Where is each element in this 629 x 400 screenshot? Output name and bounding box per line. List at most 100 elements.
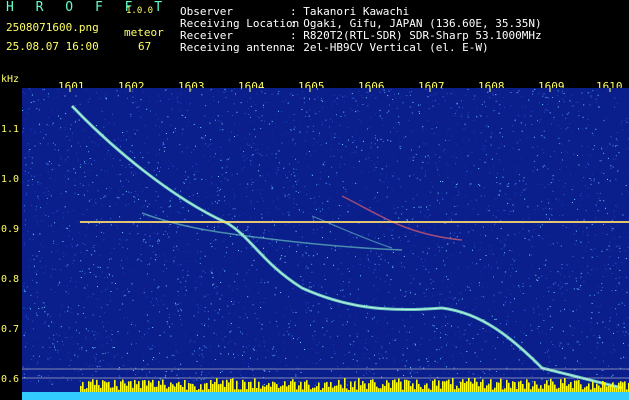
noise-speck [430, 282, 432, 284]
noise-speck [582, 230, 584, 232]
noise-speck [463, 355, 465, 357]
noise-speck [118, 189, 120, 191]
noise-speck [154, 229, 156, 231]
noise-speck [399, 123, 401, 125]
noise-speck [508, 214, 510, 216]
noise-speck [313, 338, 315, 340]
noise-speck [266, 333, 268, 335]
noise-speck [590, 248, 592, 250]
noise-speck [586, 336, 588, 338]
noise-speck [61, 305, 63, 307]
noise-speck [253, 242, 255, 244]
noise-speck [197, 238, 199, 240]
noise-speck [224, 88, 226, 90]
noise-speck [458, 381, 460, 383]
noise-speck [546, 217, 548, 219]
noise-speck [43, 212, 45, 214]
noise-speck [179, 315, 181, 317]
noise-speck [203, 336, 205, 338]
noise-speck [377, 156, 379, 158]
noise-speck [419, 103, 421, 105]
activity-bar [304, 381, 306, 392]
noise-speck [281, 111, 283, 113]
noise-speck [180, 201, 182, 203]
noise-speck [525, 189, 526, 191]
noise-speck [92, 247, 94, 248]
noise-speck [465, 362, 467, 363]
noise-speck [568, 140, 570, 142]
noise-speck [312, 255, 314, 257]
noise-speck [58, 149, 60, 151]
noise-speck [220, 353, 222, 355]
noise-speck [173, 260, 175, 262]
noise-speck [316, 344, 318, 346]
noise-speck [500, 143, 502, 145]
noise-speck [38, 308, 40, 309]
noise-speck [333, 344, 335, 345]
noise-speck [460, 353, 462, 355]
activity-bar [548, 385, 550, 392]
noise-speck [198, 307, 200, 309]
noise-speck [106, 304, 108, 306]
noise-speck [491, 132, 493, 134]
noise-speck [352, 359, 354, 360]
noise-speck [278, 357, 280, 358]
noise-speck [398, 116, 400, 118]
noise-speck [543, 152, 545, 154]
noise-speck [153, 304, 154, 306]
noise-speck [531, 373, 533, 375]
noise-speck [562, 345, 564, 347]
noise-speck [563, 101, 565, 103]
noise-speck [285, 357, 287, 359]
noise-speck [165, 371, 167, 372]
noise-speck [147, 364, 149, 365]
noise-speck [429, 379, 431, 381]
activity-bar [104, 381, 106, 392]
noise-speck [351, 153, 353, 154]
noise-speck [426, 216, 428, 218]
noise-speck [113, 158, 115, 159]
noise-speck [537, 224, 539, 226]
noise-speck [31, 94, 33, 96]
noise-speck [228, 342, 230, 344]
noise-speck [316, 184, 318, 186]
noise-speck [170, 163, 172, 165]
noise-speck [292, 185, 294, 187]
noise-speck [296, 183, 298, 185]
noise-speck [250, 160, 252, 162]
noise-speck [400, 148, 402, 150]
noise-speck [336, 98, 338, 99]
noise-speck [568, 378, 570, 380]
noise-speck [404, 166, 406, 168]
noise-speck [481, 274, 483, 276]
noise-speck [187, 380, 189, 382]
noise-speck [50, 195, 52, 197]
noise-speck [429, 191, 431, 193]
noise-speck [88, 295, 90, 297]
noise-speck [542, 331, 544, 333]
noise-speck [602, 342, 604, 344]
noise-speck [61, 340, 63, 342]
noise-speck [464, 123, 466, 125]
noise-speck [174, 313, 176, 315]
noise-speck [501, 248, 503, 250]
noise-speck [313, 320, 315, 322]
activity-bar [270, 386, 272, 392]
noise-speck [527, 136, 529, 138]
noise-speck [374, 346, 376, 348]
noise-speck [43, 191, 45, 193]
noise-speck [44, 153, 46, 155]
noise-speck [557, 90, 559, 92]
noise-speck [561, 293, 563, 295]
noise-speck [201, 323, 203, 325]
noise-speck [66, 265, 68, 267]
noise-speck [529, 239, 531, 241]
noise-speck [485, 340, 487, 342]
noise-speck [591, 312, 593, 314]
noise-speck [45, 134, 47, 136]
noise-speck [271, 353, 273, 355]
noise-speck [446, 342, 448, 344]
activity-bar [364, 383, 366, 392]
activity-bar [236, 380, 238, 392]
noise-speck [234, 193, 235, 195]
